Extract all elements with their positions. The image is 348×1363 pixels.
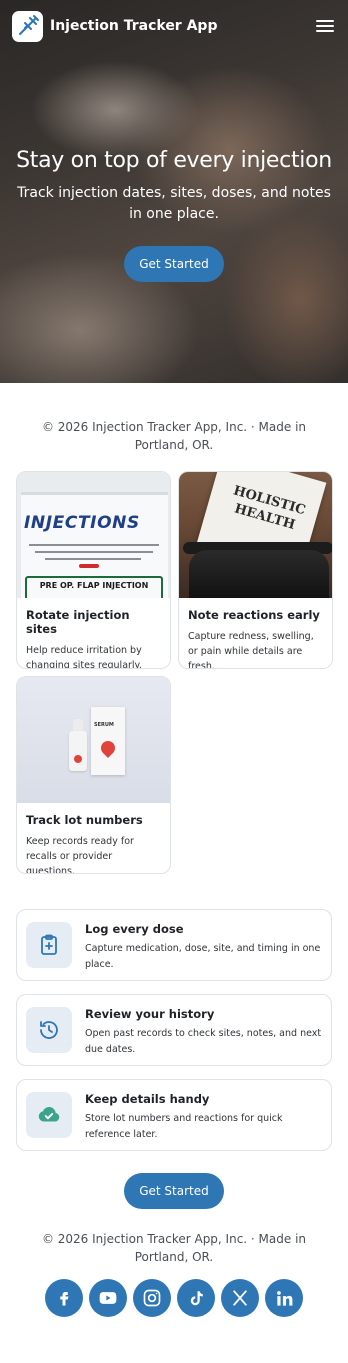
tiktok-icon[interactable] bbox=[177, 1279, 215, 1317]
feature-keep-details[interactable]: Keep details handy Store lot numbers and… bbox=[16, 1079, 332, 1151]
linkedin-icon[interactable] bbox=[265, 1279, 303, 1317]
instagram-icon[interactable] bbox=[133, 1279, 171, 1317]
copyright-text: © 2026 Injection Tracker App, Inc. · Mad… bbox=[41, 1232, 307, 1264]
social-links bbox=[0, 1279, 348, 1325]
hero-section: Injection Tracker App Stay on top of eve… bbox=[0, 0, 348, 383]
card-title: Rotate injection sites bbox=[26, 608, 130, 636]
hero-subtitle: Track injection dates, sites, doses, and… bbox=[17, 185, 331, 222]
feature-text: Capture medication, dose, site, and timi… bbox=[85, 943, 321, 970]
tips-card-grid: INJECTIONS PRE OP. FLAP INJECTION Rotate… bbox=[0, 471, 348, 874]
typewriter-image: HOLISTIC HEALTH bbox=[179, 472, 332, 598]
syringe-icon[interactable] bbox=[12, 10, 43, 42]
facebook-icon[interactable] bbox=[45, 1279, 83, 1317]
feature-review-history[interactable]: Review your history Open past records to… bbox=[16, 994, 332, 1066]
image-caption: INJECTIONS bbox=[24, 513, 140, 533]
x-icon[interactable] bbox=[221, 1279, 259, 1317]
card-text: Capture redness, swelling, or pain while… bbox=[188, 631, 314, 669]
hero-title: Stay on top of every injection bbox=[16, 148, 332, 173]
serum-product-image: SERUM bbox=[17, 677, 170, 803]
image-caption: SERUM bbox=[94, 722, 114, 728]
injections-bag-image: INJECTIONS PRE OP. FLAP INJECTION bbox=[17, 472, 170, 598]
copyright-text: © 2026 Injection Tracker App, Inc. · Mad… bbox=[41, 420, 307, 452]
card-rotate-sites[interactable]: INJECTIONS PRE OP. FLAP INJECTION Rotate… bbox=[16, 471, 171, 669]
clipboard-plus-icon bbox=[26, 922, 72, 968]
features-list: Log every dose Capture medication, dose,… bbox=[0, 909, 348, 1151]
feature-title: Review your history bbox=[85, 1007, 215, 1021]
hero-get-started-button[interactable]: Get Started bbox=[124, 246, 224, 282]
bottom-get-started-button[interactable]: Get Started bbox=[124, 1173, 224, 1209]
hamburger-menu-icon[interactable] bbox=[314, 17, 336, 35]
feature-text: Open past records to check sites, notes,… bbox=[85, 1028, 322, 1055]
history-icon bbox=[26, 1007, 72, 1053]
feature-title: Log every dose bbox=[85, 922, 184, 936]
youtube-icon[interactable] bbox=[89, 1279, 127, 1317]
feature-log-dose[interactable]: Log every dose Capture medication, dose,… bbox=[16, 909, 332, 981]
card-track-lots[interactable]: SERUM Track lot numbers Keep records rea… bbox=[16, 676, 171, 874]
card-title: Note reactions early bbox=[188, 608, 320, 622]
feature-text: Store lot numbers and reactions for quic… bbox=[85, 1113, 283, 1140]
image-caption: PRE OP. FLAP INJECTION bbox=[39, 581, 149, 590]
card-text: Help reduce irritation by changing sites… bbox=[26, 645, 142, 669]
hero-content: Stay on top of every injection Track inj… bbox=[0, 146, 348, 282]
card-text: Keep records ready for recalls or provid… bbox=[26, 836, 134, 874]
cloud-check-icon bbox=[26, 1092, 72, 1138]
top-nav: Injection Tracker App bbox=[0, 0, 348, 52]
card-note-reactions[interactable]: HOLISTIC HEALTH Note reactions early Cap… bbox=[178, 471, 333, 669]
card-title: Track lot numbers bbox=[26, 813, 143, 827]
app-name[interactable]: Injection Tracker App bbox=[50, 18, 217, 34]
feature-title: Keep details handy bbox=[85, 1092, 210, 1106]
